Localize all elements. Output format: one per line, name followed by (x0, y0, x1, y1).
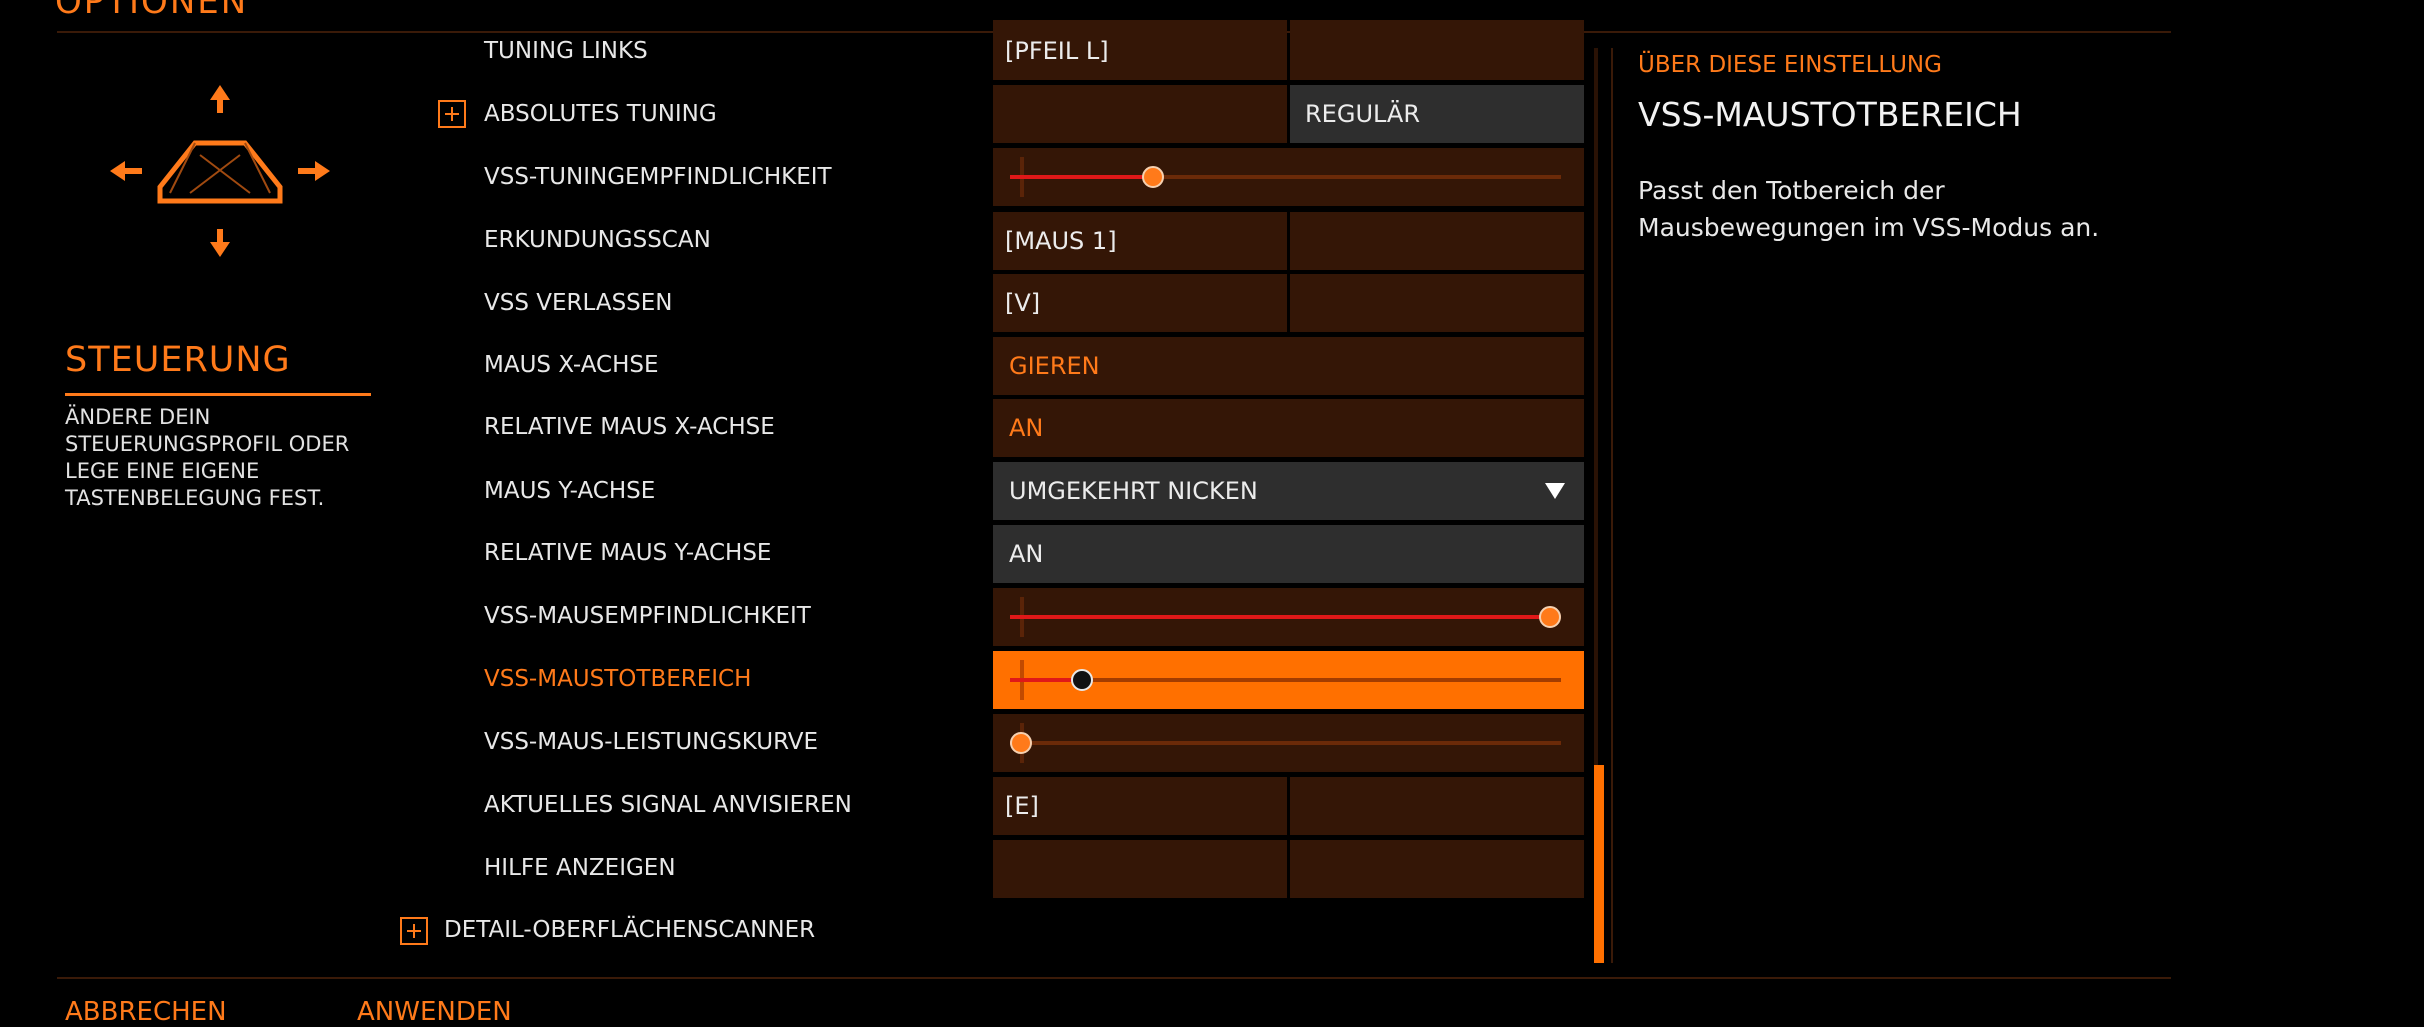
select-maus-x[interactable]: GIEREN (993, 337, 1584, 395)
section-title: STEUERUNG (65, 340, 291, 380)
row-label-mausempfindlichkeit: VSS-MAUSEMPFINDLICHKEIT (484, 603, 811, 629)
slider-maustotbereich[interactable] (993, 651, 1584, 709)
slider-leistungskurve[interactable] (993, 714, 1584, 772)
apply-button[interactable]: ANWENDEN (357, 997, 512, 1027)
row-label-rel-maus-x: RELATIVE MAUS X-ACHSE (484, 414, 775, 440)
row-label-leistungskurve: VSS-MAUS-LEISTUNGSKURVE (484, 729, 819, 755)
row-label-absolutes-tuning: ABSOLUTES TUNING (484, 101, 717, 127)
binding-primary-absolutes-tuning[interactable] (993, 85, 1287, 143)
slider-tuningempfindlichkeit[interactable] (993, 148, 1584, 206)
toggle-rel-maus-y[interactable]: AN (993, 525, 1584, 583)
row-label-tuning-links: TUNING LINKS (484, 38, 648, 64)
group-label-detail-scanner[interactable]: DETAIL-OBERFLÄCHENSCANNER (444, 915, 815, 945)
arrow-left-icon (110, 161, 142, 181)
page-title: OPTIONEN (55, 0, 249, 22)
info-text: Passt den Totbereich der Mausbewegungen … (1638, 176, 2100, 242)
binding-primary-hilfe[interactable] (993, 840, 1287, 898)
binding-secondary-signal-anvisieren[interactable] (1290, 777, 1584, 835)
cancel-button[interactable]: ABBRECHEN (65, 997, 227, 1027)
row-label-vss-verlassen: VSS VERLASSEN (484, 290, 673, 316)
section-underline (65, 393, 371, 396)
row-label-maus-x: MAUS X-ACHSE (484, 352, 659, 378)
slider-knob[interactable] (1142, 166, 1165, 188)
section-description: ÄNDERE DEIN STEUERUNGSPROFIL ODER LEGE E… (65, 405, 350, 510)
expand-plus-icon[interactable] (438, 100, 466, 128)
binding-secondary-tuning-links[interactable] (1290, 20, 1584, 80)
slider-knob[interactable] (1070, 669, 1093, 691)
ship-control-icon (110, 85, 330, 257)
binding-primary-signal-anvisieren[interactable]: [E] (993, 777, 1287, 835)
binding-primary-vss-verlassen[interactable]: [V] (993, 274, 1287, 332)
scrollbar-thumb[interactable] (1594, 765, 1604, 963)
binding-secondary-vss-verlassen[interactable] (1290, 274, 1584, 332)
binding-primary-tuning-links[interactable]: [PFEIL L] (993, 20, 1287, 80)
ship-outline-icon (157, 140, 283, 204)
row-label-signal-anvisieren: AKTUELLES SIGNAL ANVISIEREN (484, 792, 852, 818)
dropdown-maus-y[interactable]: UMGEKEHRT NICKEN (993, 462, 1584, 520)
row-label-tuningempfindlichkeit: VSS-TUNINGEMPFINDLICHKEIT (484, 164, 832, 190)
dropdown-maus-y-value: UMGEKEHRT NICKEN (1009, 477, 1258, 505)
row-label-maus-y: MAUS Y-ACHSE (484, 478, 656, 504)
panel-divider (1611, 48, 1613, 963)
binding-secondary-hilfe[interactable] (1290, 840, 1584, 898)
arrow-right-icon (298, 161, 330, 181)
toggle-rel-maus-x[interactable]: AN (993, 399, 1584, 457)
binding-secondary-erkundungsscan[interactable] (1290, 212, 1584, 270)
footer-divider (57, 977, 2171, 979)
info-heading: ÜBER DIESE EINSTELLUNG (1638, 52, 1942, 78)
arrow-down-icon (210, 229, 230, 257)
arrow-up-icon (210, 85, 230, 113)
row-label-erkundungsscan: ERKUNDUNGSSCAN (484, 227, 711, 253)
slider-mausempfindlichkeit[interactable] (993, 588, 1584, 646)
dropdown-triangle-icon (1545, 483, 1565, 499)
expand-plus-icon[interactable] (400, 917, 428, 945)
slider-knob[interactable] (1538, 606, 1561, 628)
row-label-maustotbereich: VSS-MAUSTOTBEREICH (484, 666, 752, 692)
info-title: VSS-MAUSTOTBEREICH (1638, 95, 2022, 134)
binding-primary-erkundungsscan[interactable]: [MAUS 1] (993, 212, 1287, 270)
slider-knob[interactable] (1010, 732, 1033, 754)
row-label-hilfe: HILFE ANZEIGEN (484, 855, 676, 881)
row-label-rel-maus-y: RELATIVE MAUS Y-ACHSE (484, 540, 772, 566)
binding-secondary-absolutes-tuning[interactable]: REGULÄR (1290, 85, 1584, 143)
